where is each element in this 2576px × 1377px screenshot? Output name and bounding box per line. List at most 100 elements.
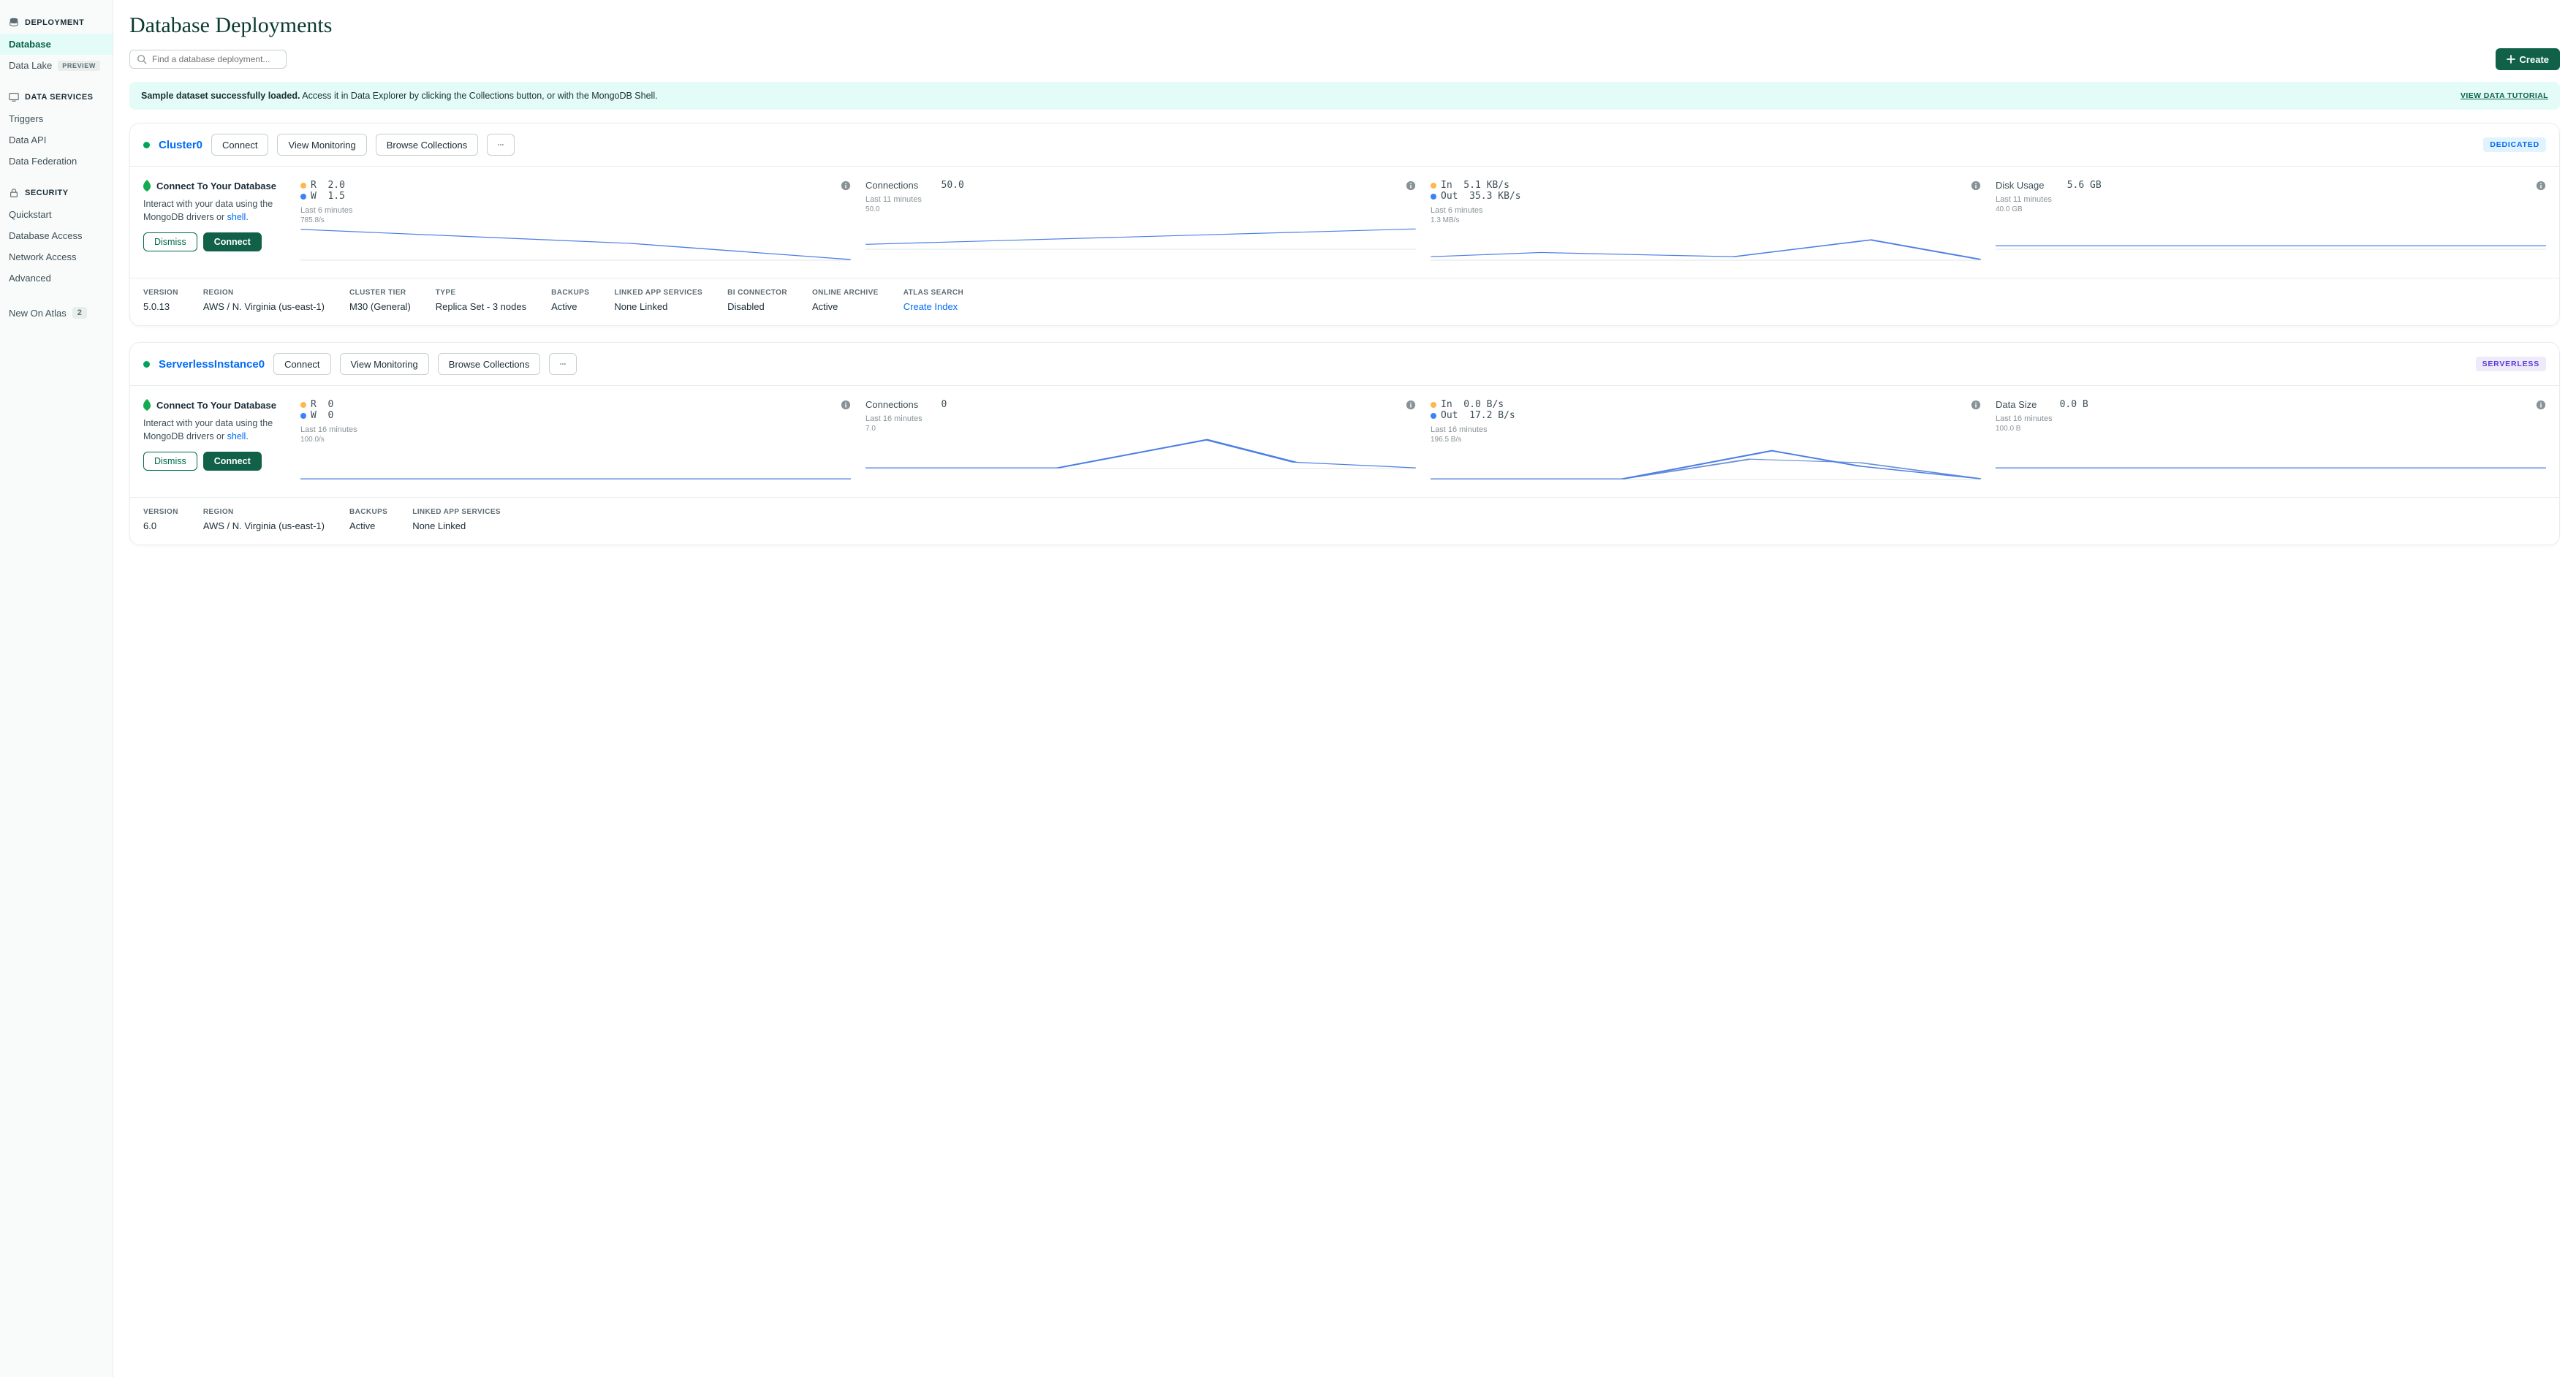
shell-link[interactable]: shell — [227, 212, 246, 222]
sidebar-item-data-lake[interactable]: Data LakePREVIEW — [0, 55, 113, 76]
footer-value: AWS / N. Virginia (us-east-1) — [203, 301, 325, 312]
more-actions-button[interactable] — [549, 353, 577, 375]
footer-value: Replica Set - 3 nodes — [436, 301, 526, 312]
info-icon[interactable] — [1971, 181, 1981, 191]
connect-button[interactable]: Connect — [273, 353, 330, 375]
dismiss-button[interactable]: Dismiss — [143, 452, 197, 471]
connect-button-inline[interactable]: Connect — [203, 232, 262, 251]
info-icon[interactable] — [841, 400, 851, 410]
ellipsis-icon — [560, 363, 566, 365]
footer-value[interactable]: Create Index — [904, 301, 963, 312]
count-badge: 2 — [72, 307, 87, 319]
cluster-name-link[interactable]: ServerlessInstance0 — [159, 358, 265, 371]
connect-block: Connect To Your Database Interact with y… — [143, 180, 286, 263]
sidebar-item-network-access[interactable]: Network Access — [0, 246, 113, 268]
lock-icon — [9, 188, 19, 198]
footer-value: Active — [349, 520, 387, 531]
info-icon[interactable] — [1406, 400, 1416, 410]
more-actions-button[interactable] — [487, 134, 515, 156]
metric-io: In 5.1 KB/s Out 35.3 KB/s Last 6 minutes… — [1431, 180, 1981, 263]
info-icon[interactable] — [841, 181, 851, 191]
sidebar-item-database[interactable]: Database — [0, 34, 113, 55]
metric-rw: R 0 W 0 Last 16 minutes100.0/s — [300, 399, 851, 482]
view-monitoring-button[interactable]: View Monitoring — [340, 353, 429, 375]
sparkline-chart — [1996, 434, 2546, 469]
preview-badge: PREVIEW — [58, 61, 100, 71]
sparkline-chart — [865, 215, 1416, 250]
footer-value: 5.0.13 — [143, 301, 178, 312]
card-footer: VERSION 6.0 REGION AWS / N. Virginia (us… — [130, 498, 2559, 545]
footer-value: Active — [551, 301, 589, 312]
metric-rw: R 2.0 W 1.5 Last 6 minutes785.8/s — [300, 180, 851, 263]
sidebar: DEPLOYMENT Database Data LakePREVIEW DAT… — [0, 0, 113, 1377]
view-data-tutorial-link[interactable]: VIEW DATA TUTORIAL — [2461, 91, 2548, 100]
footer-item: VERSION 5.0.13 — [143, 289, 178, 312]
footer-item: ONLINE ARCHIVE Active — [812, 289, 879, 312]
view-monitoring-button[interactable]: View Monitoring — [277, 134, 366, 156]
ellipsis-icon — [498, 143, 504, 146]
shell-link[interactable]: shell — [227, 431, 246, 441]
sidebar-section-deployment: DEPLOYMENT — [0, 12, 113, 34]
sidebar-section-security: SECURITY — [0, 182, 113, 204]
footer-value: Active — [812, 301, 879, 312]
footer-item: BACKUPS Active — [349, 508, 387, 531]
metric-disk: Disk Usage 5.6 GB Last 11 minutes40.0 GB — [1996, 180, 2546, 263]
banner-sample-dataset: Sample dataset successfully loaded. Acce… — [129, 82, 2560, 110]
page-title: Database Deployments — [129, 13, 2560, 38]
connect-button[interactable]: Connect — [211, 134, 268, 156]
search-icon — [137, 54, 147, 64]
footer-item: VERSION 6.0 — [143, 508, 178, 531]
browse-collections-button[interactable]: Browse Collections — [438, 353, 541, 375]
sparkline-chart — [300, 226, 851, 261]
footer-item: BACKUPS Active — [551, 289, 589, 312]
metric-io: In 0.0 B/s Out 17.2 B/s Last 16 minutes1… — [1431, 399, 1981, 482]
sparkline-chart — [1431, 445, 1981, 480]
search-input[interactable] — [129, 50, 287, 69]
sidebar-item-quickstart[interactable]: Quickstart — [0, 204, 113, 225]
cluster-tag: DEDICATED — [2483, 137, 2546, 152]
sidebar-section-data-services: DATA SERVICES — [0, 86, 113, 108]
sparkline-chart — [1996, 215, 2546, 250]
footer-item: LINKED APP SERVICES None Linked — [412, 508, 501, 531]
cluster-card: Cluster0 Connect View Monitoring Browse … — [129, 123, 2560, 326]
status-dot — [143, 142, 150, 148]
plus-icon — [2507, 55, 2515, 64]
footer-item: ATLAS SEARCH Create Index — [904, 289, 963, 312]
connect-block: Connect To Your Database Interact with y… — [143, 399, 286, 482]
card-footer: VERSION 5.0.13 REGION AWS / N. Virginia … — [130, 278, 2559, 325]
connect-button-inline[interactable]: Connect — [203, 452, 262, 471]
sidebar-item-data-api[interactable]: Data API — [0, 129, 113, 151]
status-dot — [143, 361, 150, 368]
footer-item: REGION AWS / N. Virginia (us-east-1) — [203, 289, 325, 312]
footer-item: BI CONNECTOR Disabled — [727, 289, 787, 312]
dismiss-button[interactable]: Dismiss — [143, 232, 197, 251]
footer-value: None Linked — [412, 520, 501, 531]
sidebar-item-new-on-atlas[interactable]: New On Atlas 2 — [0, 302, 113, 324]
footer-value: 6.0 — [143, 520, 178, 531]
metric-connections: Connections 50.0 Last 11 minutes50.0 — [865, 180, 1416, 263]
create-button[interactable]: Create — [2496, 48, 2560, 70]
footer-item: LINKED APP SERVICES None Linked — [614, 289, 702, 312]
info-icon[interactable] — [1971, 400, 1981, 410]
cluster-tag: SERVERLESS — [2476, 357, 2546, 371]
metric-disk: Data Size 0.0 B Last 16 minutes100.0 B — [1996, 399, 2546, 482]
info-icon[interactable] — [2536, 181, 2546, 191]
mongodb-leaf-icon — [143, 399, 151, 411]
browse-collections-button[interactable]: Browse Collections — [376, 134, 479, 156]
info-icon[interactable] — [1406, 181, 1416, 191]
mongodb-leaf-icon — [143, 180, 151, 191]
footer-value: None Linked — [614, 301, 702, 312]
sidebar-item-advanced[interactable]: Advanced — [0, 268, 113, 289]
cluster-name-link[interactable]: Cluster0 — [159, 139, 202, 151]
sparkline-chart — [1431, 226, 1981, 261]
footer-value: Disabled — [727, 301, 787, 312]
sidebar-item-database-access[interactable]: Database Access — [0, 225, 113, 246]
monitor-icon — [9, 92, 19, 102]
cluster-card: ServerlessInstance0 Connect View Monitor… — [129, 342, 2560, 545]
info-icon[interactable] — [2536, 400, 2546, 410]
footer-item: CLUSTER TIER M30 (General) — [349, 289, 411, 312]
footer-value: M30 (General) — [349, 301, 411, 312]
sparkline-chart — [300, 445, 851, 480]
sidebar-item-triggers[interactable]: Triggers — [0, 108, 113, 129]
sidebar-item-data-federation[interactable]: Data Federation — [0, 151, 113, 172]
